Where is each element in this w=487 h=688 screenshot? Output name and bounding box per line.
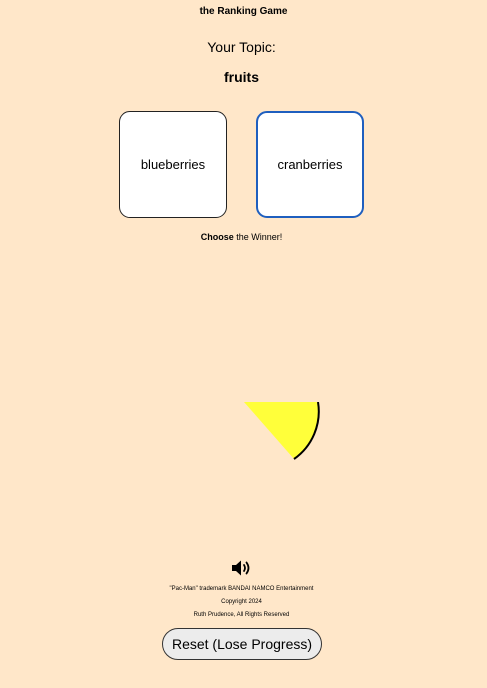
instruction-text: Choose the Winner!: [0, 232, 483, 242]
instruction-emphasis: Choose: [200, 232, 234, 242]
trademark-notice: "Pac-Man" trademark BANDAI NAMCO Enterta…: [169, 586, 314, 592]
topic-label: Your Topic:: [207, 39, 276, 55]
topic-value: fruits: [224, 69, 259, 85]
speaker-volume-icon: [232, 560, 250, 576]
choice-label-left: blueberries: [140, 157, 206, 172]
sound-toggle-button[interactable]: [231, 559, 253, 577]
choice-label-right: cranberries: [277, 157, 343, 172]
author-credit: Ruth Prudence, All Rights Reserved: [193, 612, 290, 618]
reset-button[interactable]: Reset (Lose Progress): [162, 628, 322, 660]
copyright-notice: Copyright 2024: [221, 599, 262, 605]
game-title: the Ranking Game: [199, 6, 288, 17]
instruction-rest: the Winner!: [233, 232, 283, 242]
pacman-body: [244, 402, 319, 459]
choice-card-right[interactable]: cranberries: [256, 111, 364, 218]
choice-card-left[interactable]: blueberries: [119, 111, 227, 218]
pacman-sprite: [244, 402, 320, 460]
